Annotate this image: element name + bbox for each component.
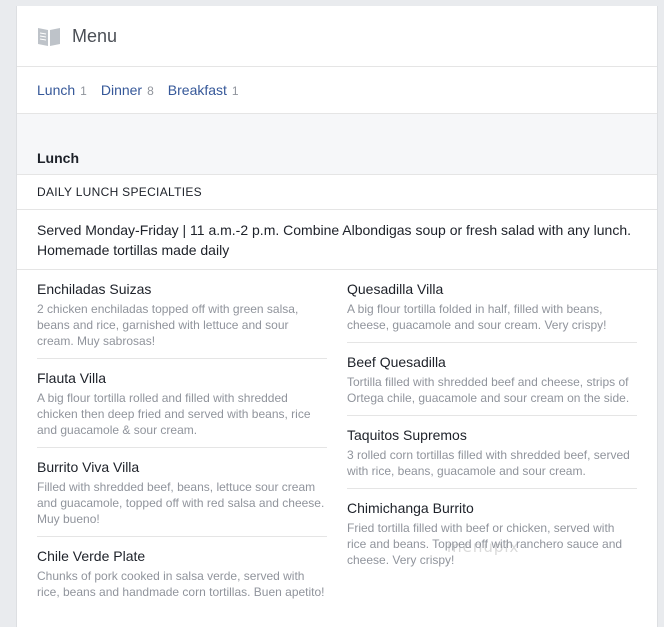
item-description: A big flour tortilla rolled and filled w…: [37, 391, 311, 437]
menu-column-left: Enchiladas Suizas 2 chicken enchiladas t…: [37, 270, 327, 609]
section-description: Served Monday-Friday | 11 a.m.-2 p.m. Co…: [17, 210, 657, 270]
item-description: Filled with shredded beef, beans, lettuc…: [37, 480, 325, 526]
section-title: Lunch: [17, 142, 657, 175]
tab-breakfast[interactable]: Breakfast 1: [168, 82, 239, 98]
book-icon: [37, 25, 61, 47]
menu-item: Quesadilla Villa A big flour tortilla fo…: [347, 270, 637, 343]
item-description: Fried tortilla filled with beef or chick…: [347, 521, 623, 567]
menu-card: Menu Lunch 1 Dinner 8 Breakfast 1 Lunch DAI…: [16, 6, 658, 627]
item-name: Taquitos Supremos: [347, 427, 467, 443]
item-name: Enchiladas Suizas: [37, 281, 152, 297]
menu-header: Menu: [17, 6, 657, 67]
item-description: A big flour tortilla folded in half, fil…: [347, 302, 607, 332]
tab-lunch[interactable]: Lunch 1: [37, 82, 87, 98]
menu-item: Enchiladas Suizas 2 chicken enchiladas t…: [37, 270, 327, 359]
tab-dinner[interactable]: Dinner 8: [101, 82, 154, 98]
menu-item: Chimichanga Burrito Fried tortilla fille…: [347, 489, 637, 577]
menu-item: Chile Verde Plate Chunks of pork cooked …: [37, 537, 327, 609]
item-name: Chile Verde Plate: [37, 548, 146, 564]
item-name: Flauta Villa: [37, 370, 107, 386]
subsection-title: DAILY LUNCH SPECIALTIES: [17, 175, 657, 210]
item-description: 3 rolled corn tortillas filled with shre…: [347, 448, 630, 478]
item-description: Chunks of pork cooked in salsa verde, se…: [37, 569, 325, 599]
menu-item: Beef Quesadilla Tortilla filled with shr…: [347, 343, 637, 416]
item-name: Burrito Viva Villa: [37, 459, 140, 475]
section-spacer: [17, 114, 657, 142]
item-description: Tortilla filled with shredded beef and c…: [347, 375, 630, 405]
item-name: Beef Quesadilla: [347, 354, 446, 370]
menu-column-right: Quesadilla Villa A big flour tortilla fo…: [347, 270, 637, 609]
item-name: Quesadilla Villa: [347, 281, 444, 297]
item-description: 2 chicken enchiladas topped off with gre…: [37, 302, 299, 348]
menu-item: Burrito Viva Villa Filled with shredded …: [37, 448, 327, 537]
menu-item: Flauta Villa A big flour tortilla rolled…: [37, 359, 327, 448]
item-name: Chimichanga Burrito: [347, 500, 474, 516]
page-title: Menu: [72, 25, 118, 46]
menu-tabs: Lunch 1 Dinner 8 Breakfast 1: [17, 67, 657, 114]
menu-item: Taquitos Supremos 3 rolled corn tortilla…: [347, 416, 637, 489]
menu-items: Enchiladas Suizas 2 chicken enchiladas t…: [17, 270, 657, 609]
